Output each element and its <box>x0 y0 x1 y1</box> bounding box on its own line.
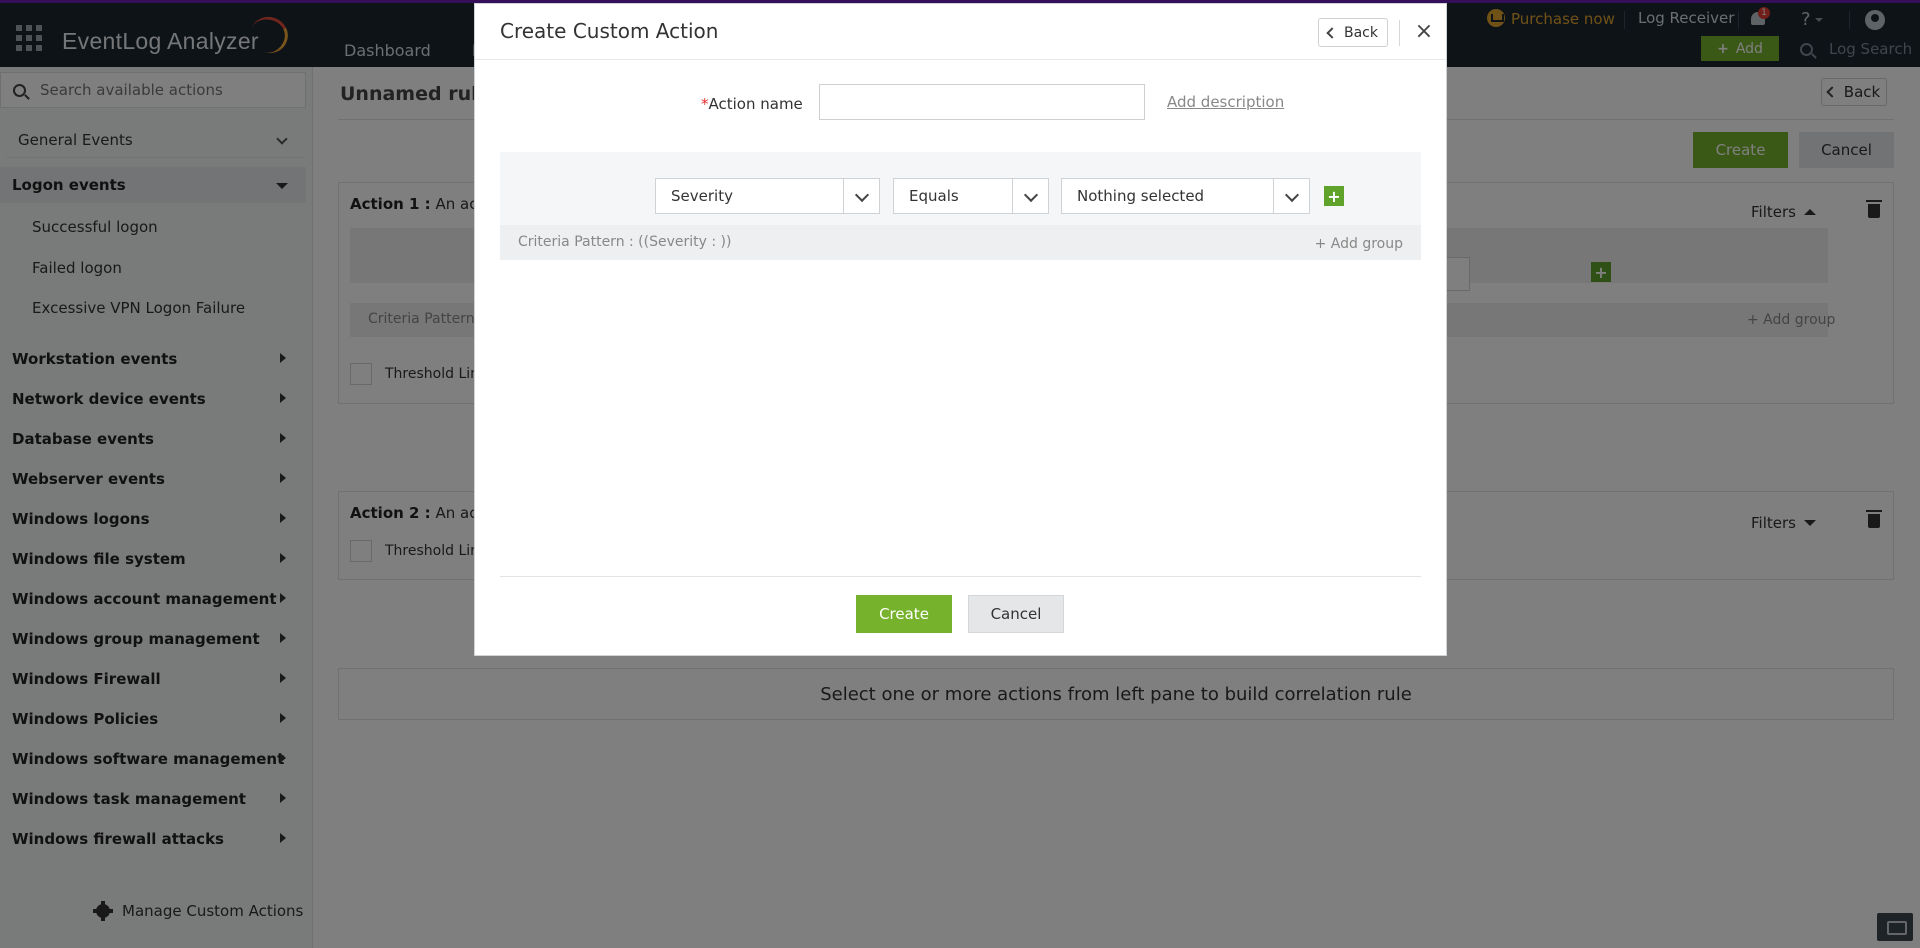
required-asterisk: * <box>701 95 709 113</box>
criteria-pattern-row: Criteria Pattern : ((Severity : )) + Add… <box>500 225 1421 260</box>
add-description-link[interactable]: Add description <box>1167 93 1284 111</box>
field-select[interactable]: Severity <box>655 178 880 214</box>
close-icon[interactable]: × <box>1409 16 1439 46</box>
operator-select[interactable]: Equals <box>893 178 1049 214</box>
operator-select-value: Equals <box>909 187 959 205</box>
criteria-pattern: Criteria Pattern : ((Severity : )) <box>518 234 732 250</box>
divider <box>500 576 1421 577</box>
chevron-left-icon <box>1326 26 1338 39</box>
add-condition-button[interactable]: + <box>1324 186 1344 206</box>
add-group-link[interactable]: + Add group <box>1315 236 1403 252</box>
criteria-builder: Severity Equals Nothing selected + Crite… <box>500 152 1421 260</box>
divider <box>475 59 1446 60</box>
cancel-button[interactable]: Cancel <box>968 595 1064 633</box>
action-name-label: *Action name <box>701 95 803 113</box>
create-custom-action-dialog: Create Custom Action Back × *Action name… <box>474 3 1447 656</box>
dialog-back-button[interactable]: Back <box>1318 18 1388 47</box>
dialog-title: Create Custom Action <box>500 19 719 43</box>
value-select[interactable]: Nothing selected <box>1061 178 1310 214</box>
create-button[interactable]: Create <box>856 595 952 633</box>
chevron-down-icon <box>1273 179 1309 213</box>
chevron-down-icon <box>1012 179 1048 213</box>
field-select-value: Severity <box>671 187 733 205</box>
divider <box>1399 20 1400 46</box>
chevron-down-icon <box>843 179 879 213</box>
value-select-value: Nothing selected <box>1077 187 1205 205</box>
action-name-input[interactable] <box>819 84 1145 120</box>
